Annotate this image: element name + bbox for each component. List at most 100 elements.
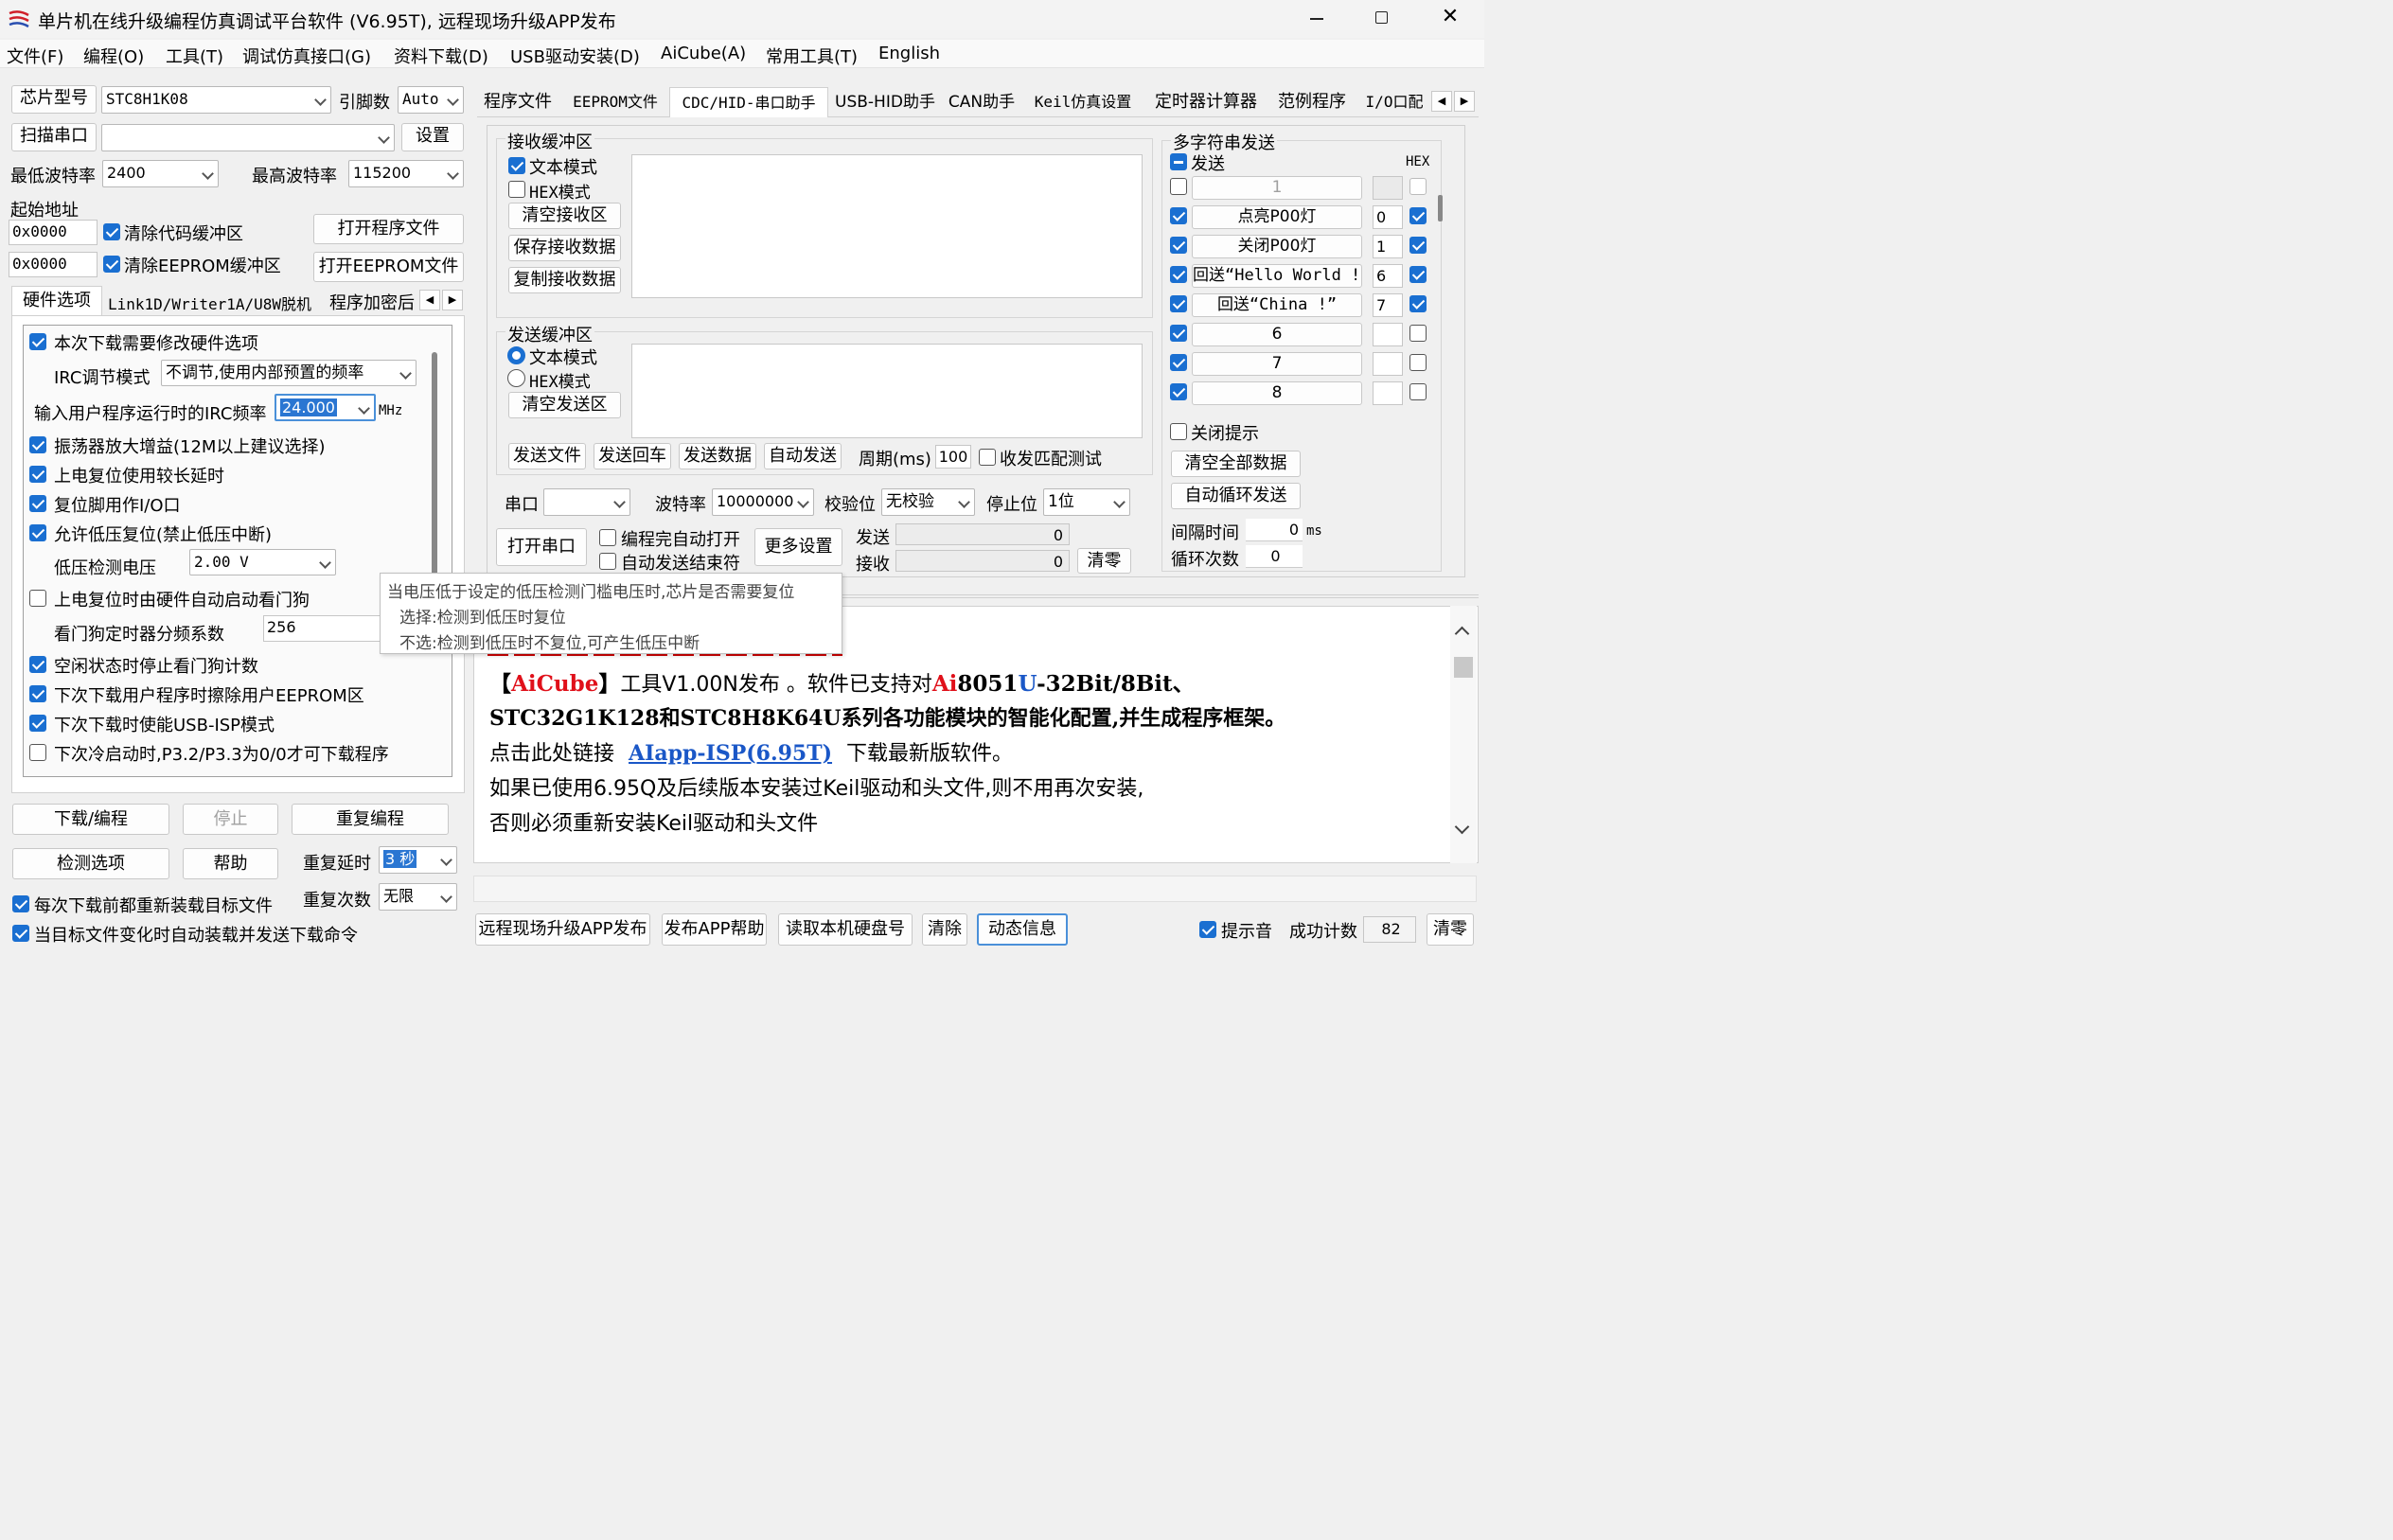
publish-help-button[interactable]: 发布APP帮助	[662, 913, 767, 946]
row-hex-checkbox[interactable]	[1409, 178, 1427, 195]
clear-eeprom-checkbox[interactable]	[103, 256, 120, 273]
parity-select[interactable]: 无校验	[881, 488, 975, 516]
more-settings-button[interactable]: 更多设置	[754, 528, 842, 566]
close-prompt-checkbox[interactable]	[1170, 423, 1187, 440]
remote-publish-button[interactable]: 远程现场升级APP发布	[475, 913, 650, 946]
rx-text-mode-checkbox[interactable]	[508, 157, 525, 174]
menu-file[interactable]: 文件(F)	[7, 44, 63, 68]
tab-eeprom-file[interactable]: EEPROM文件	[565, 87, 665, 117]
erase-eeprom-checkbox[interactable]	[29, 685, 46, 702]
auto-open-checkbox[interactable]	[599, 529, 616, 546]
stop-bits-select[interactable]: 1位	[1043, 488, 1130, 516]
tab-io-config[interactable]: I/O口配	[1359, 87, 1429, 117]
tab-program-file[interactable]: 程序文件	[478, 87, 558, 117]
row-send-button[interactable]: 7	[1192, 352, 1362, 376]
row-send-button[interactable]: 点亮P00灯	[1192, 205, 1362, 229]
tab-examples[interactable]: 范例程序	[1270, 87, 1354, 117]
address-input-1[interactable]: 0x0000	[9, 220, 97, 245]
row-send-button[interactable]: 回送“Hello World !”	[1192, 264, 1362, 288]
row-hex-checkbox[interactable]	[1409, 325, 1427, 342]
tx-hex-mode-radio[interactable]	[507, 369, 525, 387]
tab-usb-hid[interactable]: USB-HID助手	[832, 87, 938, 117]
row-shortcut-input[interactable]	[1373, 381, 1403, 405]
row-hex-checkbox[interactable]	[1409, 354, 1427, 371]
send-data-button[interactable]: 发送数据	[679, 443, 756, 469]
tx-text-mode-radio[interactable]	[507, 346, 525, 364]
info-scrollbar[interactable]	[1450, 606, 1477, 863]
clear-all-button[interactable]: 清空全部数据	[1171, 451, 1301, 477]
interval-input[interactable]: 0	[1246, 519, 1303, 541]
wdt-prescaler-select[interactable]: 256	[263, 615, 381, 642]
clear-info-button[interactable]: 清除	[922, 913, 967, 946]
close-icon[interactable]: ✕	[1431, 4, 1469, 32]
minimize-icon[interactable]	[1297, 4, 1335, 32]
open-eeprom-button[interactable]: 打开EEPROM文件	[313, 252, 464, 282]
open-port-button[interactable]: 打开串口	[496, 528, 587, 566]
auto-loop-button[interactable]: 自动循环发送	[1171, 483, 1301, 509]
row-send-button[interactable]: 8	[1192, 381, 1362, 405]
irc-mode-select[interactable]: 不调节,使用内部预置的频率	[161, 360, 417, 386]
reprogram-button[interactable]: 重复编程	[292, 804, 449, 835]
row-hex-checkbox[interactable]	[1409, 295, 1427, 312]
download-program-button[interactable]: 下载/编程	[12, 804, 169, 835]
reload-target-checkbox[interactable]	[12, 895, 29, 912]
menu-tools[interactable]: 工具(T)	[166, 44, 223, 68]
settings-button[interactable]: 设置	[401, 123, 464, 151]
idle-stop-wdt-checkbox[interactable]	[29, 656, 46, 673]
menu-debug[interactable]: 调试仿真接口(G)	[242, 44, 371, 68]
repeat-count-select[interactable]: 无限	[379, 883, 457, 911]
send-file-button[interactable]: 发送文件	[508, 443, 586, 469]
maximize-icon[interactable]	[1363, 4, 1401, 32]
detect-options-button[interactable]: 检测选项	[12, 848, 169, 879]
scroll-thumb[interactable]	[1454, 657, 1473, 678]
address-input-2[interactable]: 0x0000	[9, 252, 97, 277]
max-baud-select[interactable]: 115200	[348, 160, 464, 187]
menu-usb-driver[interactable]: USB驱动安装(D)	[510, 44, 640, 68]
row-send-checkbox[interactable]	[1170, 354, 1187, 371]
sound-checkbox[interactable]	[1199, 921, 1216, 938]
row-send-button[interactable]: 回送“China !”	[1192, 293, 1362, 317]
row-hex-checkbox[interactable]	[1409, 383, 1427, 400]
row-send-button[interactable]: 1	[1192, 176, 1362, 200]
tab-encryption[interactable]: 程序加密后	[329, 290, 415, 314]
auto-load-checkbox[interactable]	[12, 925, 29, 942]
reset-pin-io-checkbox[interactable]	[29, 495, 46, 512]
auto-send-button[interactable]: 自动发送	[764, 443, 842, 469]
row-shortcut-input[interactable]: 1	[1373, 235, 1403, 258]
long-reset-delay-checkbox[interactable]	[29, 466, 46, 483]
clear-rx-button[interactable]: 清空接收区	[508, 203, 621, 229]
cold-boot-checkbox[interactable]	[29, 744, 46, 761]
tab-scroll-right-icon[interactable]: ▶	[1454, 91, 1475, 112]
tab-keil-sim[interactable]: Keil仿真设置	[1025, 87, 1141, 117]
port-select[interactable]	[101, 124, 395, 151]
row-send-checkbox[interactable]	[1170, 383, 1187, 400]
tab-can[interactable]: CAN助手	[944, 87, 1019, 117]
options-scrollbar[interactable]	[432, 352, 437, 589]
rx-textarea[interactable]	[631, 154, 1143, 298]
pins-select[interactable]: Auto	[398, 86, 464, 114]
row-hex-checkbox[interactable]	[1409, 207, 1427, 224]
scroll-up-icon[interactable]	[1454, 626, 1470, 642]
wdt-auto-start-checkbox[interactable]	[29, 590, 46, 607]
tab-scroll-right-icon[interactable]: ▶	[442, 290, 463, 310]
clear-count-button[interactable]: 清零	[1077, 548, 1131, 574]
row-hex-checkbox[interactable]	[1409, 237, 1427, 254]
row-send-button[interactable]: 6	[1192, 323, 1362, 346]
irc-freq-select[interactable]: 24.000	[275, 394, 376, 421]
tab-scroll-left-icon[interactable]: ◀	[419, 290, 440, 310]
menu-program[interactable]: 编程(O)	[83, 44, 144, 68]
row-send-checkbox[interactable]	[1170, 295, 1187, 312]
auto-end-checkbox[interactable]	[599, 553, 616, 570]
tab-timer-calc[interactable]: 定时器计算器	[1147, 87, 1265, 117]
row-hex-checkbox[interactable]	[1409, 266, 1427, 283]
chip-model-select[interactable]: STC8H1K08	[101, 86, 331, 114]
row-shortcut-input[interactable]: 7	[1373, 293, 1403, 317]
menu-english[interactable]: English	[878, 44, 940, 63]
scroll-down-icon[interactable]	[1454, 819, 1470, 835]
tx-textarea[interactable]	[631, 344, 1143, 438]
row-shortcut-input[interactable]	[1373, 352, 1403, 376]
baud-select[interactable]: 10000000	[712, 488, 814, 516]
row-send-checkbox[interactable]	[1170, 178, 1187, 195]
loop-count-input[interactable]: 0	[1246, 545, 1303, 568]
menu-downloads[interactable]: 资料下载(D)	[394, 44, 488, 68]
